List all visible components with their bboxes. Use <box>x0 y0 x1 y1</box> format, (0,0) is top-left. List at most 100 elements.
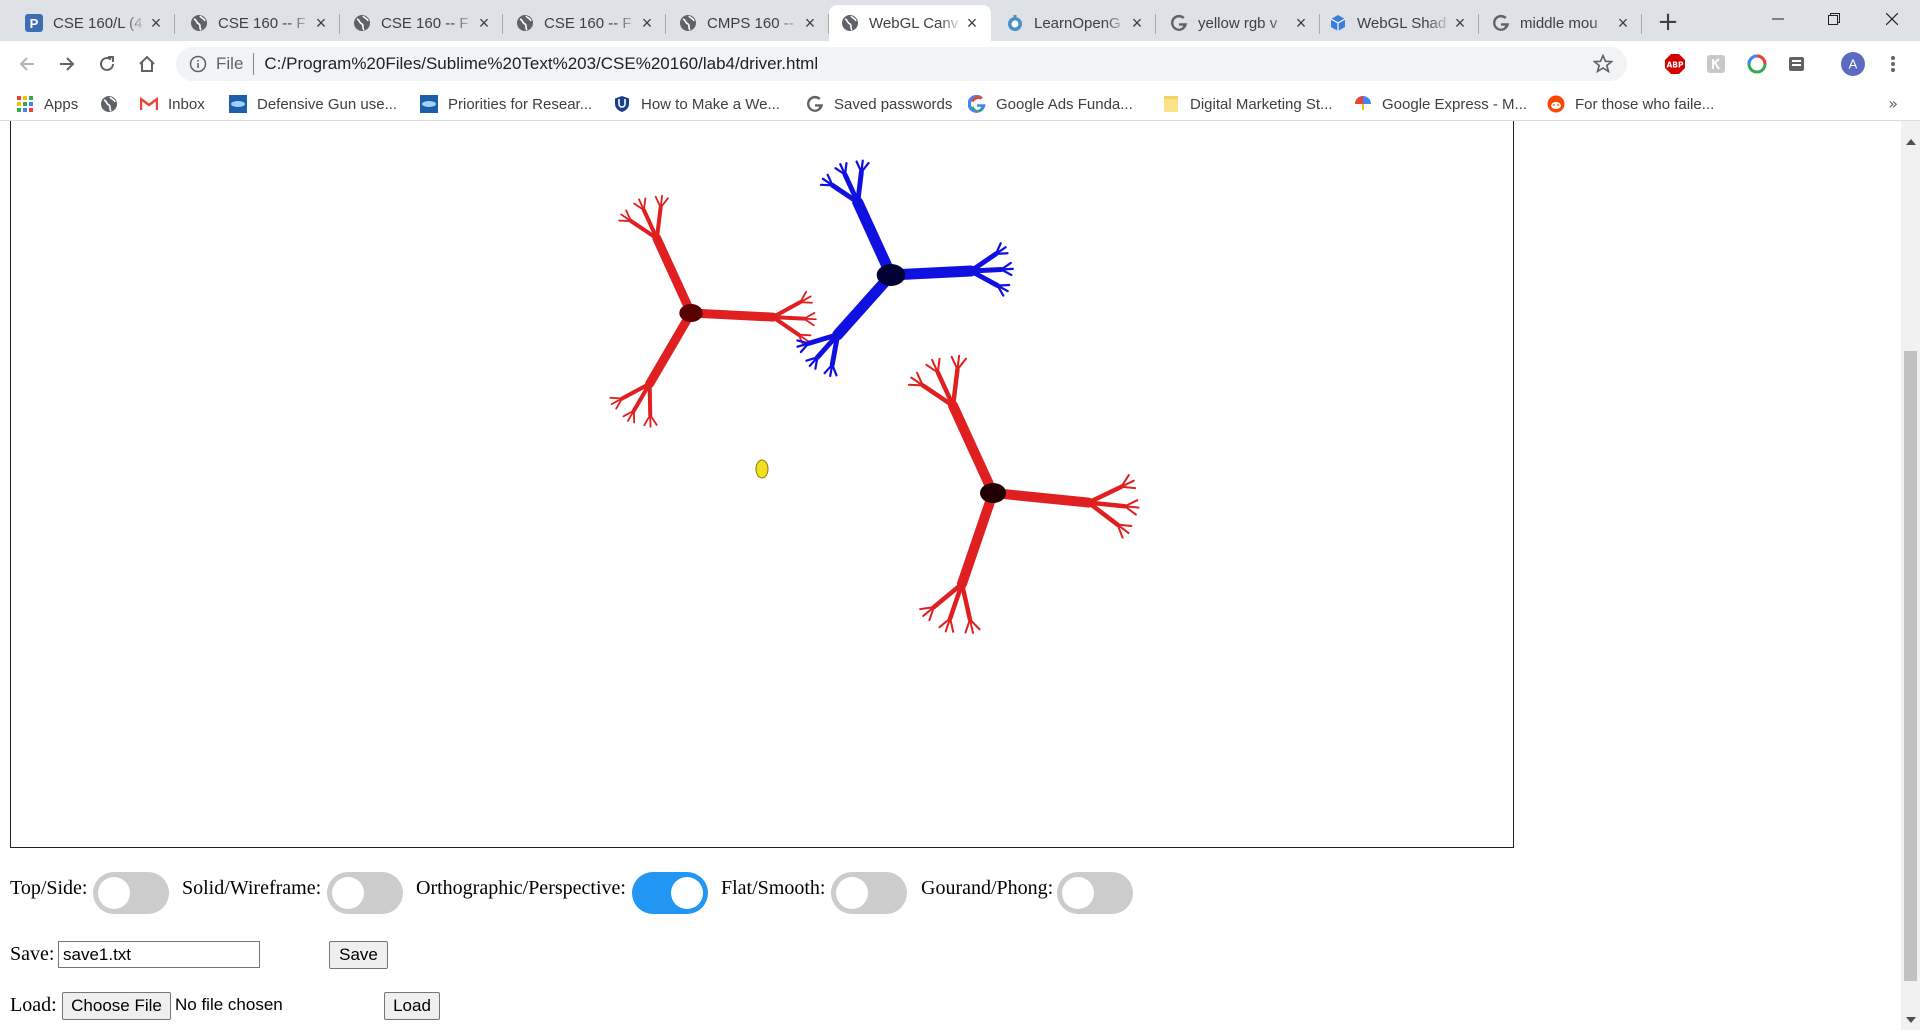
bookmark-item[interactable]: Apps <box>16 93 78 115</box>
toggle-label-gourand-phong: Gourand/Phong: <box>921 877 1054 899</box>
close-window-button[interactable] <box>1864 0 1920 38</box>
bookmark-item[interactable] <box>100 93 128 115</box>
bookmark-item[interactable]: How to Make a We... <box>613 93 780 115</box>
tab-title: CSE 160 -- F <box>218 14 306 32</box>
gray-extension-icon[interactable] <box>1705 53 1727 75</box>
red-tree-left <box>647 381 653 417</box>
url-text[interactable]: C:/Program%20Files/Sublime%20Text%203/CS… <box>264 54 818 74</box>
red-tree-left <box>770 300 803 320</box>
browser-tab[interactable]: P CSE 160/L (4 × <box>13 5 175 41</box>
bookmark-item[interactable]: Google Express - M... <box>1354 93 1527 115</box>
red-tree-right <box>1120 485 1137 490</box>
browser-tab[interactable]: yellow rgb v × <box>1158 5 1320 41</box>
bookmark-item[interactable]: Defensive Gun use... <box>229 93 397 115</box>
bookmark-item[interactable]: For those who faile... <box>1547 93 1714 115</box>
browser-tab[interactable]: CMPS 160 -- × <box>667 5 829 41</box>
bookmark-item[interactable]: Inbox <box>140 93 205 115</box>
restore-button[interactable] <box>1806 0 1862 38</box>
browser-tab[interactable]: LearnOpenG × <box>994 5 1156 41</box>
tab-separator <box>665 14 666 34</box>
tab-close-icon[interactable]: × <box>312 13 330 33</box>
browser-tab[interactable]: WebGL Shad × <box>1317 5 1479 41</box>
forward-button[interactable] <box>53 50 81 78</box>
gmail-icon <box>140 95 158 113</box>
reddit-icon <box>1547 95 1565 113</box>
scroll-down-arrow-icon[interactable] <box>1906 1017 1916 1023</box>
bookmark-item[interactable]: Google Ads Funda... <box>968 93 1133 115</box>
scroll-thumb[interactable] <box>1904 351 1917 981</box>
globe-icon <box>679 14 697 32</box>
scroll-up-arrow-icon[interactable] <box>1906 139 1916 145</box>
google-g-icon <box>806 95 824 113</box>
browser-tab[interactable]: middle mou × <box>1480 5 1642 41</box>
bookmark-label: Saved passwords <box>834 95 953 113</box>
choose-file-button[interactable]: Choose File <box>62 992 171 1020</box>
bookmarks-overflow-button[interactable]: » <box>1888 94 1898 113</box>
webgl-canvas[interactable] <box>10 121 1514 848</box>
save-label: Save: <box>10 943 55 965</box>
top-side-switch[interactable] <box>93 872 169 914</box>
blue-tree <box>968 268 1001 289</box>
switch-knob <box>332 877 364 909</box>
reload-button[interactable] <box>93 50 121 78</box>
new-tab-button[interactable]: + <box>1654 7 1682 37</box>
kebab-menu-icon <box>1891 56 1895 72</box>
gourand-phong-switch[interactable] <box>1057 872 1133 914</box>
tab-close-icon[interactable]: × <box>801 13 819 33</box>
tab-separator <box>1478 14 1479 34</box>
google-g-icon <box>1170 14 1188 32</box>
bookmark-item[interactable]: Priorities for Resear... <box>420 93 592 115</box>
save-filename-input[interactable] <box>58 941 260 968</box>
tab-separator <box>502 14 503 34</box>
switch-knob <box>836 877 868 909</box>
tab-close-icon[interactable]: × <box>1128 13 1146 33</box>
browser-tab[interactable]: WebGL Canv × <box>829 5 991 41</box>
tab-close-icon[interactable]: × <box>638 13 656 33</box>
tab-close-icon[interactable]: × <box>1292 13 1310 33</box>
colorful-extension-icon[interactable] <box>1746 53 1768 75</box>
bookmark-item[interactable]: Saved passwords <box>806 93 952 115</box>
tab-title: middle mou <box>1520 14 1598 32</box>
profile-initial: A <box>1849 57 1858 72</box>
menu-button[interactable] <box>1882 53 1904 75</box>
bookmark-label: Defensive Gun use... <box>257 95 398 113</box>
browser-tab[interactable]: CSE 160 -- F × <box>178 5 340 41</box>
minimize-button[interactable] <box>1750 0 1806 38</box>
info-icon[interactable] <box>188 54 208 74</box>
globe-icon <box>841 14 859 32</box>
red-tree-right <box>1086 484 1124 505</box>
tab-strip: P CSE 160/L (4 × CSE 160 -- F × CSE 160 -- F ×… <box>0 0 1920 41</box>
adblock-extension-icon[interactable]: ABP <box>1664 53 1686 75</box>
address-bar[interactable]: File C:/Program%20Files/Sublime%20Text%2… <box>176 47 1627 81</box>
bookmark-label: Inbox <box>168 95 205 113</box>
tab-close-icon[interactable]: × <box>147 13 165 33</box>
bookmark-label: For those who faile... <box>1575 95 1715 113</box>
tab-close-icon[interactable]: × <box>475 13 493 33</box>
bookmark-item[interactable]: Digital Marketing St... <box>1162 93 1333 115</box>
bookmark-star-icon[interactable] <box>1592 53 1614 79</box>
tab-close-icon[interactable]: × <box>1451 13 1469 33</box>
browser-tab[interactable]: CSE 160 -- F × <box>341 5 503 41</box>
solid-wireframe-switch[interactable] <box>327 872 403 914</box>
red-tree-left <box>803 312 816 320</box>
bookmark-label: Apps <box>44 95 79 113</box>
red-tree-right <box>964 618 971 634</box>
load-button[interactable]: Load <box>384 992 440 1020</box>
profile-avatar[interactable]: A <box>1841 52 1865 76</box>
ortho-perspective-switch[interactable] <box>632 872 708 914</box>
tab-title: CSE 160/L (4 <box>53 14 143 32</box>
red-tree-left <box>654 205 663 241</box>
site-icon <box>420 95 438 113</box>
back-button[interactable] <box>13 50 41 78</box>
page-scrollbar[interactable] <box>1901 121 1920 1030</box>
save-button[interactable]: Save <box>329 941 388 969</box>
dark-extension-icon[interactable] <box>1786 53 1808 75</box>
browser-tab[interactable]: CSE 160 -- F × <box>504 5 666 41</box>
home-button[interactable] <box>133 50 161 78</box>
tab-title: yellow rgb v <box>1198 14 1278 32</box>
tab-title: CSE 160 -- F <box>544 14 632 32</box>
tab-close-icon[interactable]: × <box>1614 13 1632 33</box>
red-tree-right <box>959 581 973 622</box>
flat-smooth-switch[interactable] <box>831 872 907 914</box>
tab-close-icon[interactable]: × <box>963 13 981 33</box>
